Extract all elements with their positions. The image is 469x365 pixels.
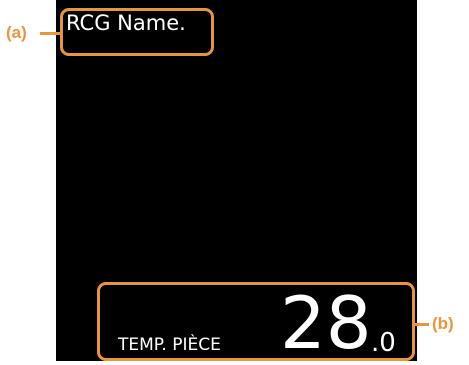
callout-box-b [97, 282, 415, 361]
callout-label-a: (a) [6, 23, 27, 42]
callout-leader-b [415, 323, 429, 326]
callout-box-a [60, 8, 214, 56]
callout-label-b: (b) [432, 314, 454, 333]
callout-leader-a [40, 32, 60, 35]
